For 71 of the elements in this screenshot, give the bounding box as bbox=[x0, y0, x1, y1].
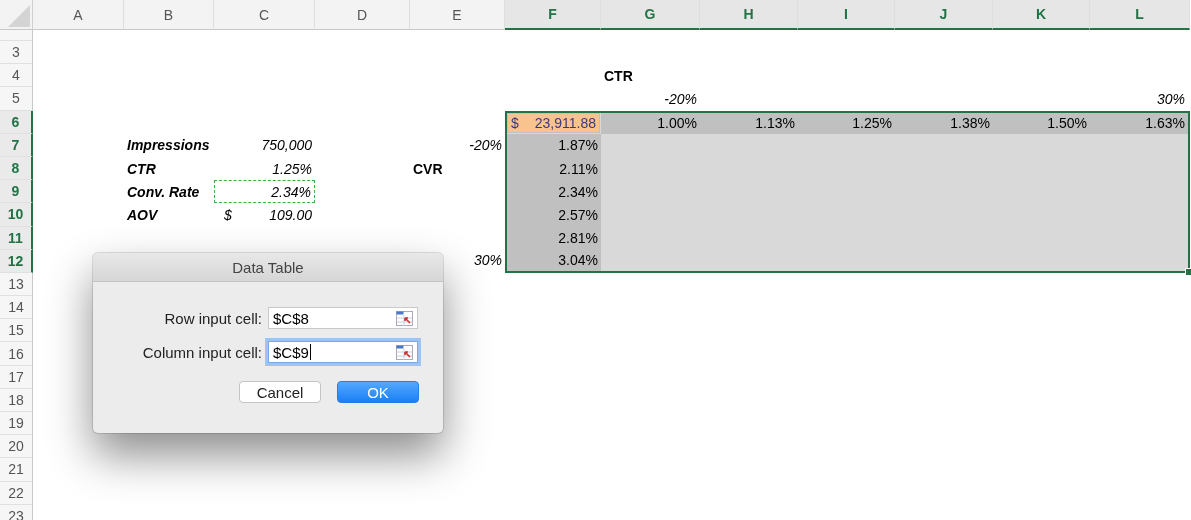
sheet-cell-text: 30% bbox=[472, 251, 503, 271]
row-header[interactable]: 3 bbox=[0, 41, 33, 65]
input-field[interactable]: $C$9 bbox=[268, 341, 418, 363]
row-header[interactable]: 14 bbox=[0, 296, 33, 320]
currency-symbol: $ bbox=[224, 206, 232, 223]
row-header[interactable]: 18 bbox=[0, 388, 33, 412]
fill-handle[interactable] bbox=[1185, 267, 1191, 276]
sheet-cell: 2.81% bbox=[507, 226, 601, 250]
field-label: Column input cell: bbox=[141, 343, 262, 361]
column-header[interactable]: E bbox=[410, 0, 505, 30]
row-header[interactable]: 6 bbox=[0, 110, 33, 134]
row-header[interactable]: 20 bbox=[0, 435, 33, 459]
column-header[interactable]: J bbox=[895, 0, 993, 30]
row-header[interactable]: 21 bbox=[0, 458, 33, 482]
sheet-cell: 1.25% bbox=[798, 112, 895, 134]
row-header[interactable]: 10 bbox=[0, 203, 33, 227]
column-header[interactable]: C bbox=[214, 0, 315, 30]
row-header[interactable]: 11 bbox=[0, 226, 33, 250]
sheet-cell: 1.00% bbox=[601, 112, 700, 134]
row-header[interactable]: 4 bbox=[0, 64, 33, 88]
field-label: Row input cell: bbox=[163, 309, 262, 327]
cell-picker-icon[interactable] bbox=[396, 310, 413, 326]
row-header[interactable]: 12 bbox=[0, 249, 33, 273]
currency-symbol: $ bbox=[511, 114, 519, 131]
sheet-cell-text: CTR bbox=[603, 66, 634, 86]
cancel-button[interactable]: Cancel bbox=[239, 381, 321, 403]
row-header[interactable]: 13 bbox=[0, 272, 33, 297]
sheet-cell-text: -20% bbox=[468, 136, 503, 156]
column-header[interactable]: G bbox=[601, 0, 700, 30]
column-header[interactable]: L bbox=[1090, 0, 1190, 30]
sheet-cell-text: CTR bbox=[126, 159, 157, 179]
row-header[interactable]: 5 bbox=[0, 87, 33, 111]
row-header[interactable]: 15 bbox=[0, 319, 33, 343]
row-header[interactable]: 17 bbox=[0, 365, 33, 389]
sheet-cell: 1.63% bbox=[1090, 112, 1188, 134]
column-header[interactable]: D bbox=[315, 0, 410, 30]
sheet-cell-text: Conv. Rate bbox=[126, 182, 201, 202]
row-header[interactable]: 22 bbox=[0, 481, 33, 505]
sheet-cell-text: 1.25% bbox=[271, 159, 313, 179]
column-header[interactable]: K bbox=[993, 0, 1090, 30]
sheet-cell: 1.50% bbox=[993, 112, 1090, 134]
row-header[interactable]: 7 bbox=[0, 133, 33, 157]
input-field[interactable]: $C$8 bbox=[268, 307, 418, 329]
column-header[interactable]: F bbox=[505, 0, 601, 30]
row-header[interactable]: 19 bbox=[0, 412, 33, 436]
sheet-cell-text: Impressions bbox=[126, 136, 211, 156]
sheet-cell-text: 30% bbox=[1155, 89, 1186, 109]
sheet-cell: 2.34% bbox=[507, 180, 601, 204]
column-header[interactable]: B bbox=[124, 0, 214, 30]
text-cursor bbox=[309, 344, 311, 360]
sheet-cell: 1.38% bbox=[895, 112, 993, 134]
sheet-cell: 2.11% bbox=[507, 156, 601, 181]
row-header[interactable]: 16 bbox=[0, 342, 33, 366]
sheet-cell: 1.13% bbox=[700, 112, 798, 134]
cell-picker-icon[interactable] bbox=[396, 344, 413, 360]
sheet-cell: 2.34% bbox=[214, 180, 315, 204]
sheet-cell-text: CVR bbox=[412, 159, 444, 179]
cell-value: 109.00 bbox=[269, 206, 312, 223]
sheet-cell: 2.57% bbox=[507, 203, 601, 227]
sheet-cell-text: -20% bbox=[663, 89, 698, 109]
row-header[interactable]: 9 bbox=[0, 180, 33, 204]
row-header[interactable]: 8 bbox=[0, 156, 33, 181]
column-header[interactable]: A bbox=[33, 0, 124, 30]
cell-value: 23,911.88 bbox=[534, 114, 596, 131]
sheet-cell: 3.04% bbox=[507, 249, 601, 271]
dialog-title: Data Table bbox=[93, 253, 443, 282]
sheet-cell-text: AOV bbox=[126, 205, 159, 225]
column-header[interactable]: H bbox=[700, 0, 798, 30]
column-header[interactable]: I bbox=[798, 0, 895, 30]
sheet-cell: 1.87% bbox=[507, 133, 601, 157]
sheet-cell-text: 750,000 bbox=[260, 136, 313, 156]
